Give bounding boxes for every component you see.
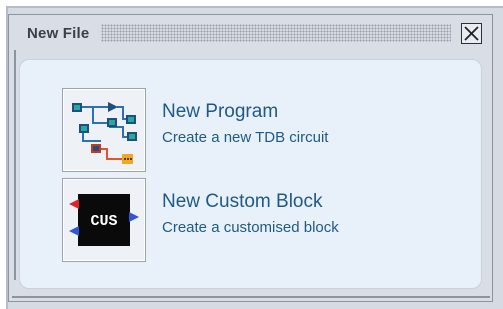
- new-file-options: New Program Create a new TDB circuit CUS…: [19, 59, 482, 289]
- new-program-title[interactable]: New Program: [162, 100, 328, 124]
- titlebar-grip[interactable]: [101, 24, 451, 42]
- new-program-description[interactable]: Create a new TDB circuit: [162, 128, 328, 148]
- custom-block-icon[interactable]: CUS: [62, 178, 146, 262]
- circuit-diagram-icon[interactable]: [62, 88, 146, 172]
- new-custom-block-description[interactable]: Create a customised block: [162, 218, 339, 238]
- panel-titlebar[interactable]: New File: [9, 15, 492, 51]
- close-button[interactable]: [461, 22, 482, 44]
- panel-left-border: [14, 50, 16, 280]
- new-custom-block-title[interactable]: New Custom Block: [162, 190, 339, 214]
- custom-block-icon-label: CUS: [90, 213, 117, 230]
- panel-bottom-border: [12, 296, 490, 298]
- panel-title: New File: [27, 24, 90, 42]
- new-program-text[interactable]: New Program Create a new TDB circuit: [162, 100, 328, 148]
- new-custom-block-option[interactable]: CUS New Custom Block Create a customised…: [62, 178, 462, 262]
- new-file-panel: New File New Program Create a new TDB ci…: [8, 14, 493, 302]
- new-program-option[interactable]: New Program Create a new TDB circuit: [62, 88, 462, 172]
- close-icon: [464, 25, 479, 41]
- new-custom-block-text[interactable]: New Custom Block Create a customised blo…: [162, 190, 339, 238]
